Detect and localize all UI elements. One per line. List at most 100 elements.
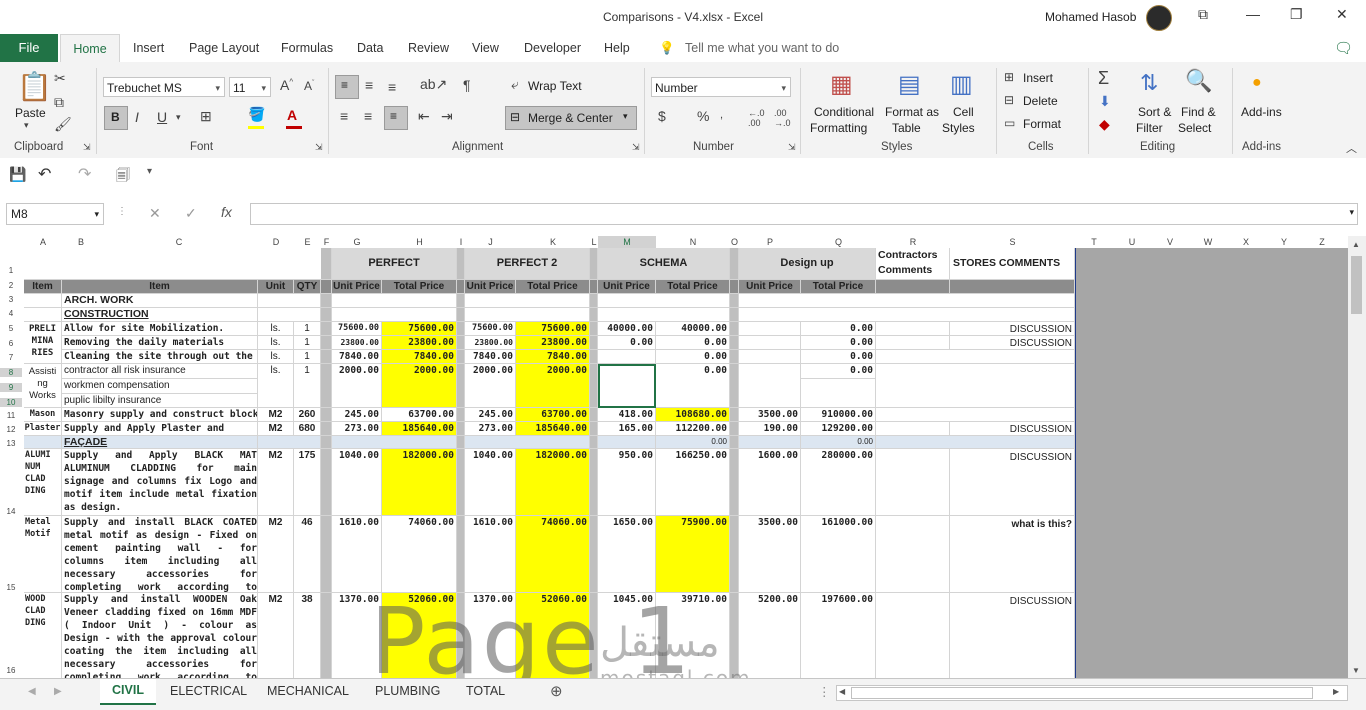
cell-unit-price[interactable]: 1610.00 xyxy=(332,516,382,593)
desc-wood-cladding[interactable]: Supply and install WOODEN Oak Veneer cla… xyxy=(62,593,258,678)
fill-icon[interactable]: ⬇ xyxy=(1099,93,1111,110)
cell-unit-price[interactable]: 75600.00 xyxy=(465,322,516,336)
tab-formulas[interactable]: Formulas xyxy=(281,41,333,55)
header-total-price[interactable]: Total Price xyxy=(382,280,457,294)
sort-filter-icon[interactable]: ⇅ xyxy=(1140,70,1158,96)
tab-review[interactable]: Review xyxy=(408,41,449,55)
spreadsheet-grid[interactable]: A B C D E F G H I J K L M N O P Q R S T … xyxy=(0,236,1348,678)
cell-unit[interactable]: ls. xyxy=(258,322,294,336)
cell-unit[interactable]: M2 xyxy=(258,516,294,593)
tab-data[interactable]: Data xyxy=(357,41,383,55)
cell-stores-comment[interactable]: DISCUSSION xyxy=(950,322,1075,336)
row-header-selected[interactable]: 9 xyxy=(0,383,22,392)
scroll-tabs-left-icon[interactable]: ◀ xyxy=(28,686,36,697)
underline-button[interactable]: U xyxy=(157,109,167,125)
sort-filter-button[interactable]: Sort & xyxy=(1138,105,1171,119)
cell-total-price[interactable]: 182000.00 xyxy=(516,449,590,516)
add-ins-icon[interactable]: ● xyxy=(1252,74,1262,92)
chevron-down-icon[interactable]: ▾ xyxy=(24,120,29,131)
autosum-icon[interactable]: Σ xyxy=(1098,68,1109,89)
cell-unit-price[interactable]: 3500.00 xyxy=(739,516,801,593)
cell-total-price[interactable]: 7840.00 xyxy=(516,350,590,364)
cell-total-price[interactable]: 7840.00 xyxy=(382,350,457,364)
scroll-tabs-right-icon[interactable]: ▶ xyxy=(54,686,62,697)
tab-page-layout[interactable]: Page Layout xyxy=(189,41,259,55)
cell-unit-price[interactable]: 2000.00 xyxy=(332,364,382,408)
header-schema[interactable]: SCHEMA xyxy=(598,248,730,280)
cell-total-price[interactable]: 23800.00 xyxy=(382,336,457,350)
name-box[interactable]: M8 ▾ xyxy=(6,203,104,225)
align-right-button[interactable]: ≡ xyxy=(384,106,408,130)
column-header[interactable]: T xyxy=(1075,236,1113,248)
row-header[interactable]: 12 xyxy=(0,425,22,434)
sheet-tab-total[interactable]: TOTAL xyxy=(466,684,505,698)
cell-unit-price[interactable]: 1040.00 xyxy=(465,449,516,516)
cell-unit-price[interactable]: 23800.00 xyxy=(332,336,382,350)
chevron-down-icon[interactable]: ▾ xyxy=(176,112,181,123)
column-header[interactable]: A xyxy=(24,236,62,248)
tab-view[interactable]: View xyxy=(472,41,499,55)
conditional-formatting-button[interactable]: Conditional xyxy=(814,105,874,119)
row-header[interactable]: 2 xyxy=(0,281,22,290)
orientation-icon[interactable]: ab↗ xyxy=(420,76,447,93)
column-header[interactable]: Y xyxy=(1265,236,1303,248)
cell-total-price[interactable]: 108680.00 xyxy=(656,408,730,422)
cell-unit-price[interactable]: 418.00 xyxy=(598,408,656,422)
cell-unit-price[interactable]: 7840.00 xyxy=(332,350,382,364)
item-aluminum-cladding[interactable]: ALUMI NUM CLAD DING xyxy=(24,449,62,516)
cell-total-price[interactable]: 0.00 xyxy=(656,350,730,364)
cell-total-price[interactable]: 0.00 xyxy=(801,336,876,350)
tab-home[interactable]: Home xyxy=(60,34,120,63)
percent-button[interactable]: % xyxy=(697,108,709,124)
cell-total-price[interactable]: 197600.00 xyxy=(801,593,876,678)
cell-total-price[interactable]: 0.00 xyxy=(801,322,876,336)
format-as-table-icon[interactable]: ▤ xyxy=(898,70,921,99)
cut-icon[interactable]: ✂ xyxy=(54,70,66,87)
cell-unit-price[interactable]: 245.00 xyxy=(332,408,382,422)
cell-unit-price[interactable]: 1610.00 xyxy=(465,516,516,593)
align-left-icon[interactable]: ≡ xyxy=(340,108,348,124)
cell-qty[interactable]: 1 xyxy=(294,350,321,364)
cell-total-price[interactable]: 74060.00 xyxy=(382,516,457,593)
scroll-left-icon[interactable]: ◀ xyxy=(839,687,845,696)
tab-file[interactable]: File xyxy=(0,34,58,62)
column-header[interactable]: Z xyxy=(1303,236,1341,248)
row-header[interactable]: 11 xyxy=(0,411,22,420)
cell-unit[interactable]: ls. xyxy=(258,364,294,408)
minimize-icon[interactable]: — xyxy=(1246,6,1260,22)
italic-button[interactable]: I xyxy=(135,109,139,125)
maximize-icon[interactable]: ❐ xyxy=(1290,6,1303,23)
cell-stores-comment[interactable]: DISCUSSION xyxy=(950,336,1075,350)
cell-unit[interactable]: ls. xyxy=(258,336,294,350)
font-color-icon[interactable]: A xyxy=(287,107,297,123)
enter-icon[interactable]: ✓ xyxy=(185,205,197,222)
item-metal-motif[interactable]: Metal Motif xyxy=(24,516,62,593)
desc-plaster[interactable]: Supply and Apply Plaster and xyxy=(62,422,258,436)
cell-unit-price[interactable]: 40000.00 xyxy=(598,322,656,336)
sort-filter-button-2[interactable]: Filter xyxy=(1136,121,1163,135)
column-header[interactable]: R xyxy=(876,236,950,248)
column-header[interactable]: W xyxy=(1189,236,1227,248)
desc-metal-motif[interactable]: Supply and install BLACK COATED metal mo… xyxy=(62,516,258,593)
tab-insert[interactable]: Insert xyxy=(133,41,164,55)
find-select-icon[interactable]: 🔍 xyxy=(1185,68,1212,94)
column-header[interactable]: S xyxy=(950,236,1075,248)
wrap-text-button[interactable]: Wrap Text xyxy=(528,79,582,93)
desc-aluminum-cladding[interactable]: Supply and Apply BLACK MAT ALUMINUM CLAD… xyxy=(62,449,258,516)
borders-icon[interactable]: ⊞ xyxy=(200,108,212,125)
font-size-combo[interactable]: 11 ▾ xyxy=(229,77,271,97)
paste-icon[interactable]: 📋 xyxy=(17,70,52,103)
cell-qty[interactable]: 260 xyxy=(294,408,321,422)
section-construction[interactable]: CONSTRUCTION xyxy=(62,308,258,322)
tab-help[interactable]: Help xyxy=(604,41,630,55)
cell-unit-price[interactable]: 1650.00 xyxy=(598,516,656,593)
cell-stores-comment[interactable]: DISCUSSION xyxy=(950,593,1075,678)
text-direction-icon[interactable]: ¶ xyxy=(463,77,471,93)
column-header[interactable]: X xyxy=(1227,236,1265,248)
comma-style-icon[interactable]: , xyxy=(720,109,723,121)
copy-icon[interactable]: ⧉ xyxy=(54,94,64,111)
cell-total-price[interactable]: 185640.00 xyxy=(382,422,457,436)
cell-unit[interactable]: M2 xyxy=(258,408,294,422)
user-name[interactable]: Mohamed Hasob xyxy=(1045,10,1136,24)
row-header[interactable]: 5 xyxy=(0,324,22,333)
